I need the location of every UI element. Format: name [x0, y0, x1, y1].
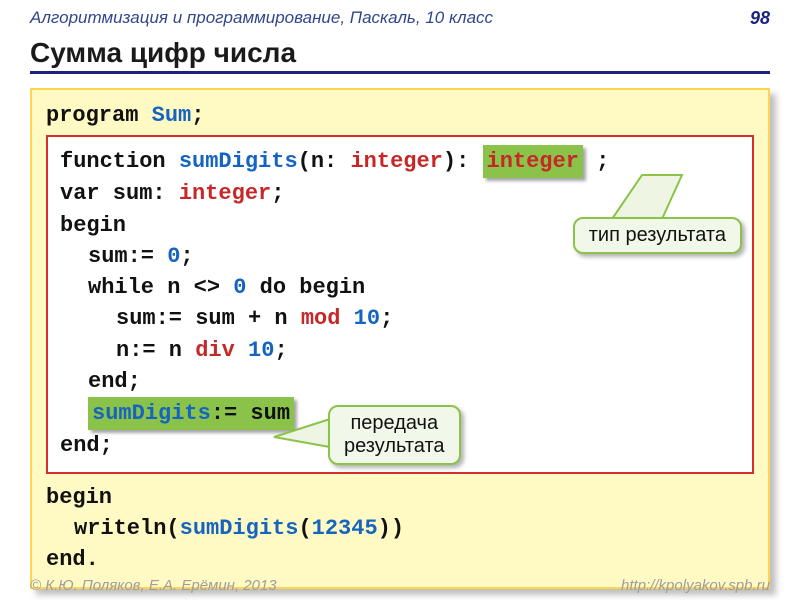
pass-l1: передача	[350, 412, 438, 434]
fn-name: sumDigits	[179, 149, 298, 174]
lit-10a: 10	[340, 306, 380, 331]
kw-function: function	[60, 149, 166, 174]
code-block-outer: program Sum; function sumDigits(n: integ…	[30, 88, 770, 589]
line-n-div: n:= n div 10;	[60, 335, 740, 366]
fn-open: (n:	[298, 149, 351, 174]
end2: end	[60, 433, 100, 458]
line-inner-end: end;	[60, 366, 740, 397]
semi8: ;	[100, 433, 113, 458]
footer-right: http://kpolyakov.spb.ru	[621, 577, 770, 594]
return-type-highlight: integer	[483, 145, 583, 178]
ret-name: sumDigits	[92, 401, 211, 426]
lit-10b: 10	[235, 338, 275, 363]
semi: ;	[191, 103, 204, 128]
while-pre: while n <>	[88, 275, 233, 300]
var-pre: var sum:	[60, 181, 179, 206]
semi6: ;	[274, 338, 287, 363]
footer-left: © К.Ю. Поляков, Е.А. Ерёмин, 2013	[30, 577, 277, 594]
var-type: integer	[179, 181, 271, 206]
line-program: program Sum;	[46, 100, 754, 131]
literal-zero: 0	[167, 244, 180, 269]
function-block: function sumDigits(n: integer): integer …	[46, 135, 754, 473]
call-arg: 12345	[312, 516, 378, 541]
line-sum-mod: sum:= sum + n mod 10;	[60, 303, 740, 334]
call-open: (	[298, 516, 311, 541]
semi3: ;	[271, 181, 284, 206]
course-title: Алгоритмизация и программирование, Паска…	[30, 8, 493, 28]
semi4: ;	[180, 244, 193, 269]
return-assign-highlight: sumDigits:= sum	[88, 397, 294, 430]
callout-pass-result: передача результата	[328, 405, 461, 465]
param-type: integer	[350, 149, 442, 174]
writeln-pre: writeln(	[74, 516, 180, 541]
call-close: ))	[378, 516, 404, 541]
line-while: while n <> 0 do begin	[60, 272, 740, 303]
call-fn-name: sumDigits	[180, 516, 299, 541]
semi5: ;	[380, 306, 393, 331]
line-end-dot: end.	[46, 544, 754, 575]
pass-l2: результата	[344, 435, 445, 457]
footer: © К.Ю. Поляков, Е.А. Ерёмин, 2013 http:/…	[30, 577, 770, 594]
page-number: 98	[750, 8, 770, 29]
sum-pre: sum:= sum + n	[116, 306, 301, 331]
line-writeln: writeln(sumDigits(12345))	[46, 513, 754, 544]
while-zero: 0	[233, 275, 246, 300]
callout-return-type: тип результата	[573, 217, 742, 254]
kw-div: div	[195, 338, 235, 363]
n-pre: n:= n	[116, 338, 195, 363]
line-main-begin: begin	[46, 482, 754, 513]
kw-program: program	[46, 103, 138, 128]
fn-close-colon: ):	[443, 149, 469, 174]
assign-zero-pre: sum:=	[88, 244, 167, 269]
while-post: do begin	[246, 275, 365, 300]
prog-name: Sum	[152, 103, 192, 128]
semi7: ;	[128, 369, 141, 394]
slide-title: Сумма цифр числа	[30, 37, 770, 74]
return-type-text: integer	[487, 149, 579, 174]
end1: end	[88, 369, 128, 394]
kw-mod: mod	[301, 306, 341, 331]
